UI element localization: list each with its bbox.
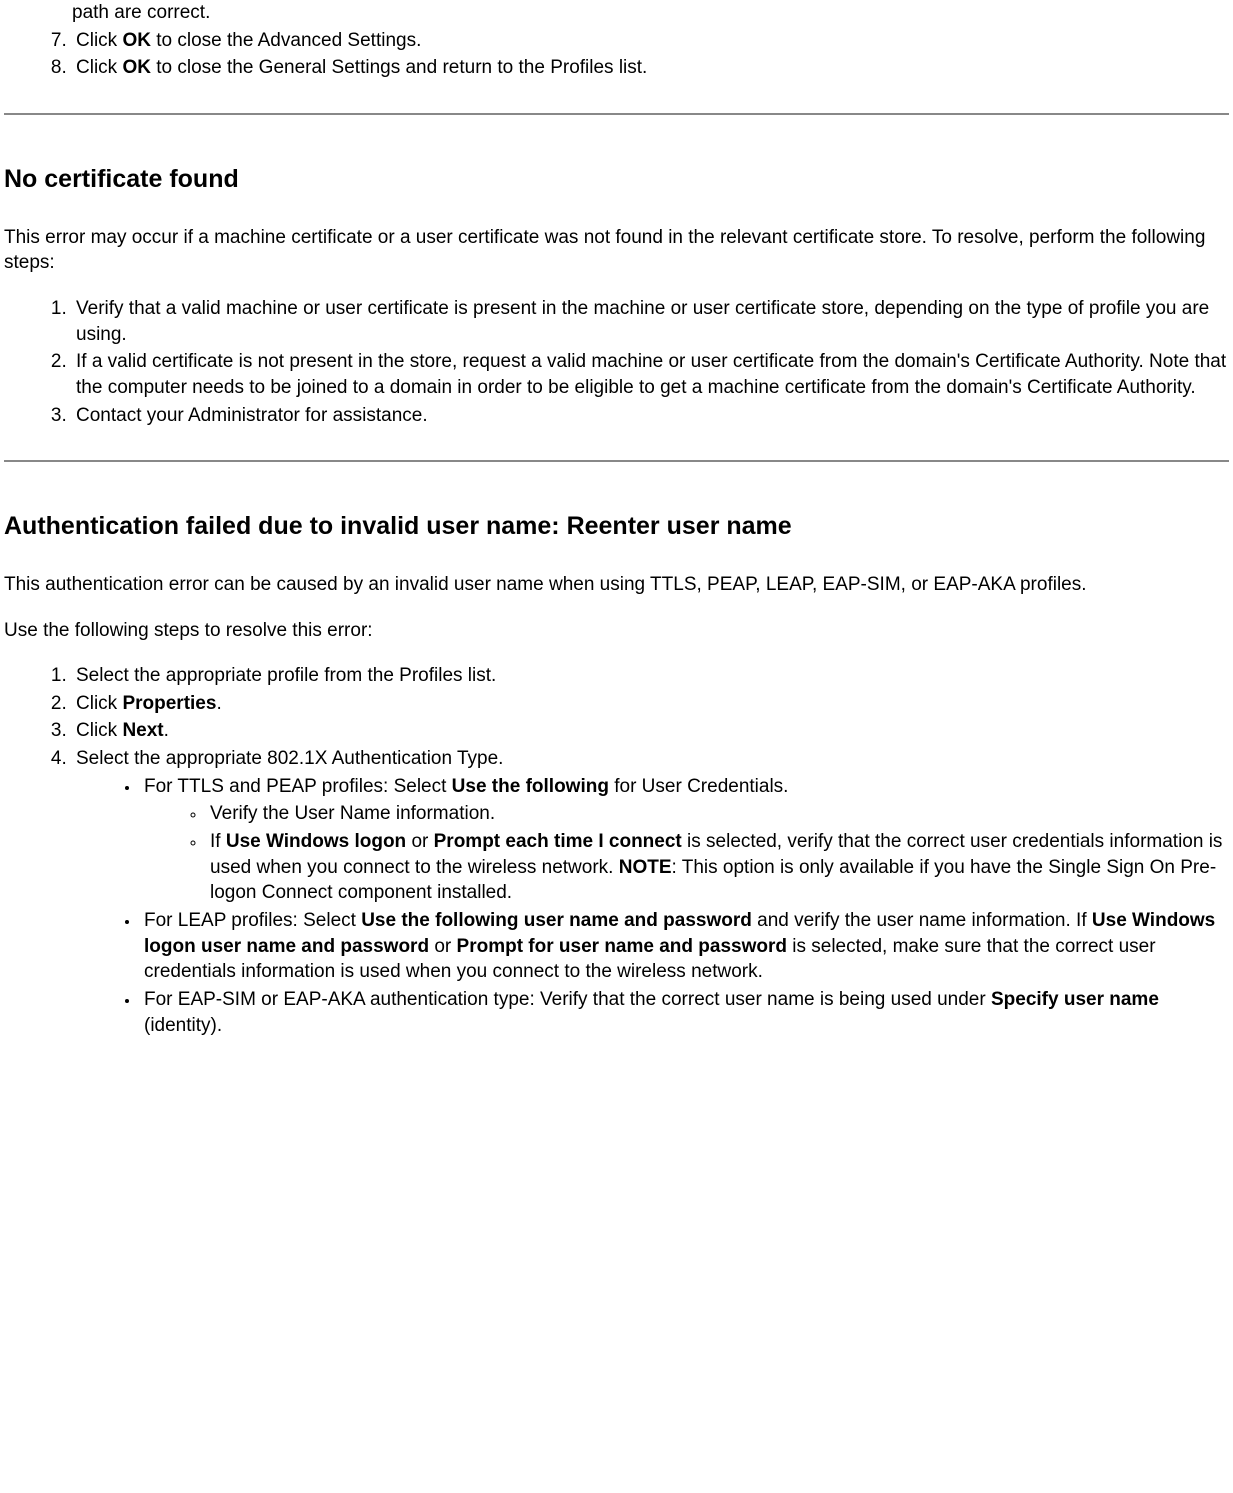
section-heading-auth-failed: Authentication failed due to invalid use… — [4, 510, 1229, 544]
list-item: Verify the User Name information. — [206, 801, 1229, 827]
sub-sub-bullets: Verify the User Name information. If Use… — [144, 801, 1229, 906]
bold-text: Prompt each time I connect — [434, 831, 682, 852]
list-item: For TTLS and PEAP profiles: Select Use t… — [140, 774, 1229, 906]
steps-list: Select the appropriate profile from the … — [4, 663, 1229, 1038]
steps-list: Verify that a valid machine or user cert… — [4, 296, 1229, 428]
text: or — [406, 831, 433, 852]
section-intro: This error may occur if a machine certif… — [4, 225, 1229, 276]
text: (identity). — [144, 1015, 222, 1036]
text: For EAP-SIM or EAP-AKA authentication ty… — [144, 989, 991, 1010]
list-item: Verify that a valid machine or user cert… — [72, 296, 1229, 347]
text: Click — [76, 57, 122, 78]
bold-text: OK — [122, 57, 151, 78]
list-item: Click OK to close the General Settings a… — [72, 55, 1229, 81]
list-item: For LEAP profiles: Select Use the follow… — [140, 908, 1229, 985]
list-item: Select the appropriate 802.1X Authentica… — [72, 746, 1229, 1038]
list-item: Click OK to close the Advanced Settings. — [72, 28, 1229, 54]
list-item: For EAP-SIM or EAP-AKA authentication ty… — [140, 987, 1229, 1038]
text: For TTLS and PEAP profiles: Select — [144, 776, 452, 797]
text: Click — [76, 720, 122, 741]
text: or — [429, 936, 456, 957]
list-item: Select the appropriate profile from the … — [72, 663, 1229, 689]
text: Select the appropriate 802.1X Authentica… — [76, 748, 503, 769]
text: For LEAP profiles: Select — [144, 910, 361, 931]
section-heading-no-certificate: No certificate found — [4, 163, 1229, 197]
divider — [4, 460, 1229, 462]
bold-text: Use the following user name and password — [361, 910, 752, 931]
text: Click — [76, 30, 122, 51]
previous-fragment: path are correct. — [72, 0, 1229, 26]
bold-text: OK — [122, 30, 151, 51]
divider — [4, 113, 1229, 115]
continued-steps: Click OK to close the Advanced Settings.… — [4, 28, 1229, 81]
text: to close the General Settings and return… — [151, 57, 647, 78]
section-intro: Use the following steps to resolve this … — [4, 618, 1229, 644]
list-item: Click Properties. — [72, 691, 1229, 717]
bold-text: Use Windows logon — [226, 831, 406, 852]
bold-text: Next — [122, 720, 163, 741]
bold-text: Specify user name — [991, 989, 1159, 1010]
text: to close the Advanced Settings. — [151, 30, 421, 51]
list-item: Contact your Administrator for assistanc… — [72, 403, 1229, 429]
text: . — [216, 693, 221, 714]
bold-text: Properties — [122, 693, 216, 714]
text: If — [210, 831, 226, 852]
section-intro: This authentication error can be caused … — [4, 572, 1229, 598]
text: Click — [76, 693, 122, 714]
text: and verify the user name information. If — [752, 910, 1092, 931]
bold-text: Prompt for user name and password — [457, 936, 787, 957]
bold-text: Use the following — [452, 776, 609, 797]
list-item: If a valid certificate is not present in… — [72, 349, 1229, 400]
document-page: path are correct. Click OK to close the … — [0, 0, 1233, 1088]
sub-bullets: For TTLS and PEAP profiles: Select Use t… — [76, 774, 1229, 1038]
list-item: If Use Windows logon or Prompt each time… — [206, 829, 1229, 906]
text: . — [164, 720, 169, 741]
text: for User Credentials. — [609, 776, 789, 797]
bold-text: NOTE — [619, 857, 672, 878]
list-item: Click Next. — [72, 718, 1229, 744]
